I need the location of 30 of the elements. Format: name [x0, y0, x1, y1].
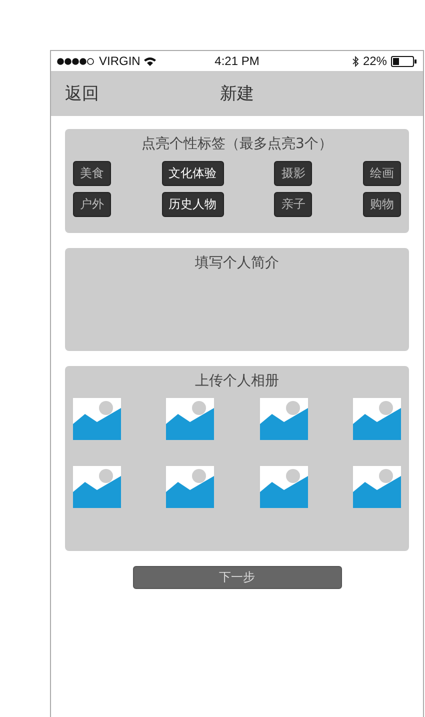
- back-link[interactable]: 返回: [65, 82, 99, 105]
- card-title: 填写个人简介: [195, 254, 279, 272]
- signal-icon: [57, 58, 95, 64]
- next-button[interactable]: 下一步: [132, 566, 342, 589]
- tag-chip[interactable]: 摄影: [274, 161, 312, 186]
- tag-chip[interactable]: 美食: [73, 161, 111, 186]
- image-icon[interactable]: [352, 466, 401, 508]
- card-title: 点亮个性标签（最多点亮3个）: [142, 135, 332, 153]
- image-icon[interactable]: [166, 398, 214, 440]
- wifi-icon: [144, 56, 156, 66]
- image-icon[interactable]: [73, 398, 121, 440]
- battery-percent: 22%: [362, 54, 387, 68]
- image-icon[interactable]: [260, 466, 308, 508]
- clock-time: 4:21 PM: [214, 54, 260, 68]
- intro-input-field[interactable]: 填写个人简介: [65, 248, 409, 351]
- tag-chip[interactable]: 户外: [73, 192, 111, 217]
- carrier-name: VIRGIN: [99, 54, 140, 68]
- tag-chip[interactable]: 购物: [362, 192, 401, 217]
- tag-chip[interactable]: 历史人物: [162, 192, 224, 217]
- card-title: 上传个人相册: [195, 372, 279, 390]
- tag-chip[interactable]: 绘画: [362, 161, 401, 186]
- image-icon[interactable]: [73, 466, 121, 508]
- bluetooth-icon: [352, 56, 359, 66]
- image-icon[interactable]: [352, 398, 401, 440]
- tag-chip[interactable]: 文化体验: [162, 161, 224, 186]
- image-icon[interactable]: [260, 398, 308, 440]
- page-title: 新建: [219, 83, 255, 105]
- tag-chip[interactable]: 亲子: [274, 192, 312, 217]
- battery-icon: [390, 56, 417, 66]
- image-icon[interactable]: [166, 466, 214, 508]
